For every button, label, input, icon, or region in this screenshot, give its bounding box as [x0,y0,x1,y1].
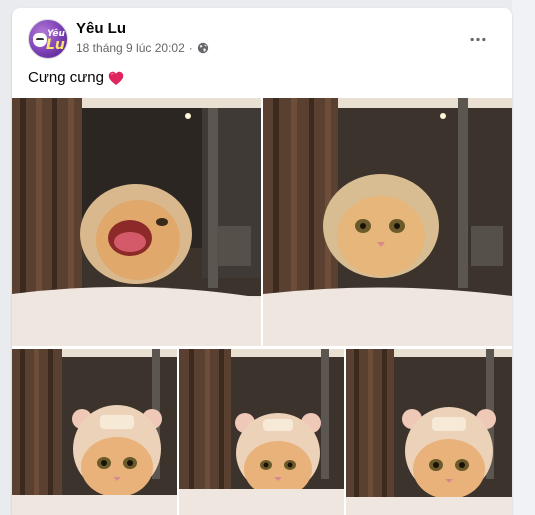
dog-logo-icon [33,33,47,47]
photo-2[interactable] [263,98,512,346]
more-horizontal-icon [469,29,487,47]
photo-3[interactable] [12,349,177,515]
post-meta: 18 tháng 9 lúc 20:02 · [76,40,209,56]
avatar-logo-big-text: Lu [46,37,65,53]
post-caption: Cưng cưng [28,68,124,88]
post-timestamp-link[interactable]: 18 tháng 9 lúc 20:02 [76,40,185,56]
post-card: Yêu Lu Yêu Lu 18 tháng 9 lúc 20:02 · Cưn… [12,8,512,515]
page-name-link[interactable]: Yêu Lu [76,20,126,38]
photo-1[interactable] [12,98,261,346]
heart-icon [108,71,124,86]
meta-separator: · [188,41,193,55]
photo-4[interactable] [179,349,344,515]
caption-text: Cưng cưng [28,69,104,86]
photo-5[interactable] [346,349,512,515]
page-background-strip [512,0,535,515]
globe-icon[interactable] [197,42,209,54]
post-header: Yêu Lu Yêu Lu 18 tháng 9 lúc 20:02 · [12,8,512,64]
avatar[interactable]: Yêu Lu [28,19,68,59]
more-options-button[interactable] [462,22,494,54]
